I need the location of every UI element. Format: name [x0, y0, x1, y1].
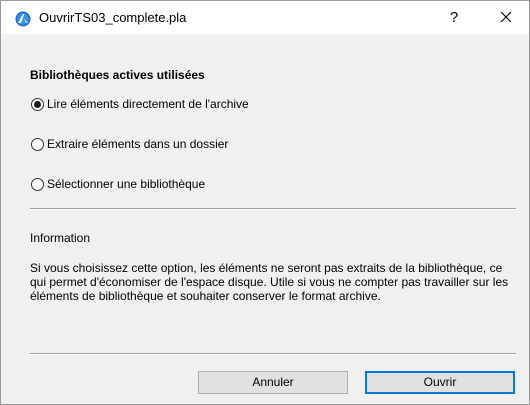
libraries-section-title: Bibliothèques actives utilisées	[30, 68, 205, 82]
radio-button[interactable]	[31, 177, 44, 191]
archicad-icon	[15, 11, 31, 27]
information-title: Information	[30, 231, 91, 245]
radio-label: Extraire éléments dans un dossier	[47, 137, 229, 151]
help-button[interactable]: ?	[431, 1, 477, 34]
information-text: Si vous choisissez cette option, les élé…	[30, 261, 509, 303]
radio-read-from-archive[interactable]: Lire éléments directement de l'archive	[31, 95, 249, 113]
open-button[interactable]: Ouvrir	[365, 371, 515, 394]
window-title: OuvrirTS03_complete.pla	[39, 10, 187, 25]
dialog-window: OuvrirTS03_complete.pla ? Bibliothèques …	[0, 0, 530, 405]
separator	[30, 353, 516, 355]
radio-extract-to-folder[interactable]: Extraire éléments dans un dossier	[31, 135, 228, 153]
radio-button-selected[interactable]	[31, 97, 44, 111]
radio-label: Lire éléments directement de l'archive	[47, 97, 249, 111]
separator	[30, 208, 516, 210]
title-bar[interactable]: OuvrirTS03_complete.pla ?	[1, 1, 529, 34]
close-button[interactable]	[483, 1, 529, 34]
close-icon	[500, 11, 512, 26]
radio-select-library[interactable]: Sélectionner une bibliothèque	[31, 175, 205, 193]
radio-button[interactable]	[31, 137, 44, 151]
radio-label: Sélectionner une bibliothèque	[47, 177, 206, 191]
dialog-body	[1, 34, 529, 404]
cancel-button[interactable]: Annuler	[198, 371, 348, 394]
